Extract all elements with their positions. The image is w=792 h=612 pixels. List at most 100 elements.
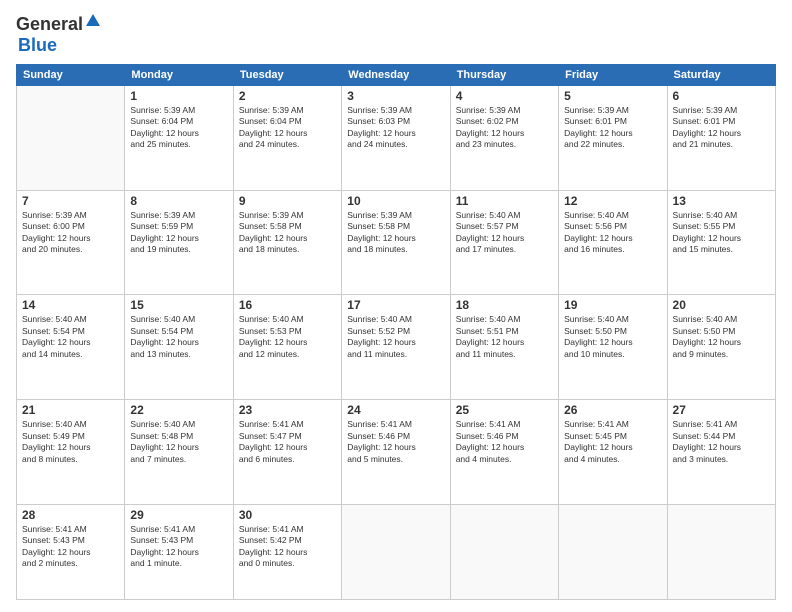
calendar-cell: 17 Sunrise: 5:40 AM Sunset: 5:52 PM Dayli… xyxy=(342,295,450,400)
day-number: 21 xyxy=(22,403,119,417)
calendar-cell xyxy=(342,504,450,599)
day-info: Sunrise: 5:40 AM Sunset: 5:54 PM Dayligh… xyxy=(130,314,227,360)
day-of-week-header: Saturday xyxy=(667,65,775,86)
day-info: Sunrise: 5:40 AM Sunset: 5:51 PM Dayligh… xyxy=(456,314,553,360)
calendar-cell xyxy=(559,504,667,599)
day-number: 3 xyxy=(347,89,444,103)
day-number: 19 xyxy=(564,298,661,312)
day-info: Sunrise: 5:41 AM Sunset: 5:47 PM Dayligh… xyxy=(239,419,336,465)
day-number: 29 xyxy=(130,508,227,522)
day-info: Sunrise: 5:39 AM Sunset: 5:58 PM Dayligh… xyxy=(347,210,444,256)
calendar-cell: 25 Sunrise: 5:41 AM Sunset: 5:46 PM Dayli… xyxy=(450,400,558,505)
day-info: Sunrise: 5:41 AM Sunset: 5:43 PM Dayligh… xyxy=(130,524,227,570)
calendar-cell: 11 Sunrise: 5:40 AM Sunset: 5:57 PM Dayli… xyxy=(450,190,558,295)
page: General Blue SundayMondayTuesdayWednesda… xyxy=(0,0,792,612)
day-of-week-header: Friday xyxy=(559,65,667,86)
calendar-cell: 16Sunrise: 5:40 AM Sunset: 5:53 PM Dayli… xyxy=(233,295,341,400)
day-info: Sunrise: 5:39 AM Sunset: 6:01 PM Dayligh… xyxy=(564,105,661,151)
header: General Blue xyxy=(16,12,776,56)
day-header-row: SundayMondayTuesdayWednesdayThursdayFrid… xyxy=(17,65,776,86)
calendar-cell: 26Sunrise: 5:41 AM Sunset: 5:45 PM Dayli… xyxy=(559,400,667,505)
calendar-cell: 9 Sunrise: 5:39 AM Sunset: 5:58 PM Daylig… xyxy=(233,190,341,295)
calendar-cell: 24 Sunrise: 5:41 AM Sunset: 5:46 PM Dayli… xyxy=(342,400,450,505)
day-info: Sunrise: 5:40 AM Sunset: 5:57 PM Dayligh… xyxy=(456,210,553,256)
day-number: 23 xyxy=(239,403,336,417)
day-number: 11 xyxy=(456,194,553,208)
day-info: Sunrise: 5:39 AM Sunset: 5:59 PM Dayligh… xyxy=(130,210,227,256)
day-number: 15 xyxy=(130,298,227,312)
day-info: Sunrise: 5:40 AM Sunset: 5:56 PM Dayligh… xyxy=(564,210,661,256)
logo-text: General Blue xyxy=(16,12,103,56)
day-number: 13 xyxy=(673,194,770,208)
day-number: 26 xyxy=(564,403,661,417)
day-info: Sunrise: 5:41 AM Sunset: 5:42 PM Dayligh… xyxy=(239,524,336,570)
day-number: 28 xyxy=(22,508,119,522)
day-number: 9 xyxy=(239,194,336,208)
day-of-week-header: Thursday xyxy=(450,65,558,86)
day-number: 17 xyxy=(347,298,444,312)
day-info: Sunrise: 5:39 AM Sunset: 5:58 PM Dayligh… xyxy=(239,210,336,256)
day-number: 24 xyxy=(347,403,444,417)
day-info: Sunrise: 5:40 AM Sunset: 5:55 PM Dayligh… xyxy=(673,210,770,256)
calendar-cell: 21 Sunrise: 5:40 AM Sunset: 5:49 PM Dayli… xyxy=(17,400,125,505)
calendar-cell: 20 Sunrise: 5:40 AM Sunset: 5:50 PM Dayli… xyxy=(667,295,775,400)
calendar-cell: 14 Sunrise: 5:40 AM Sunset: 5:54 PM Dayli… xyxy=(17,295,125,400)
day-info: Sunrise: 5:40 AM Sunset: 5:54 PM Dayligh… xyxy=(22,314,119,360)
day-info: Sunrise: 5:39 AM Sunset: 6:00 PM Dayligh… xyxy=(22,210,119,256)
calendar-cell xyxy=(667,504,775,599)
calendar-cell: 1 Sunrise: 5:39 AM Sunset: 6:04 PM Daylig… xyxy=(125,86,233,191)
day-number: 6 xyxy=(673,89,770,103)
calendar-cell: 12 Sunrise: 5:40 AM Sunset: 5:56 PM Dayli… xyxy=(559,190,667,295)
calendar-cell: 15 Sunrise: 5:40 AM Sunset: 5:54 PM Dayli… xyxy=(125,295,233,400)
day-info: Sunrise: 5:40 AM Sunset: 5:49 PM Dayligh… xyxy=(22,419,119,465)
logo-general: General xyxy=(16,14,83,34)
calendar-cell: 29 Sunrise: 5:41 AM Sunset: 5:43 PM Dayli… xyxy=(125,504,233,599)
calendar-cell: 22 Sunrise: 5:40 AM Sunset: 5:48 PM Dayli… xyxy=(125,400,233,505)
calendar-cell: 13 Sunrise: 5:40 AM Sunset: 5:55 PM Dayli… xyxy=(667,190,775,295)
calendar-week-row: 1 Sunrise: 5:39 AM Sunset: 6:04 PM Daylig… xyxy=(17,86,776,191)
logo-icon xyxy=(84,12,102,30)
calendar-cell: 7Sunrise: 5:39 AM Sunset: 6:00 PM Daylig… xyxy=(17,190,125,295)
day-number: 14 xyxy=(22,298,119,312)
day-info: Sunrise: 5:41 AM Sunset: 5:43 PM Dayligh… xyxy=(22,524,119,570)
day-number: 10 xyxy=(347,194,444,208)
logo-blue: Blue xyxy=(18,35,57,55)
day-info: Sunrise: 5:40 AM Sunset: 5:50 PM Dayligh… xyxy=(673,314,770,360)
calendar-cell: 27Sunrise: 5:41 AM Sunset: 5:44 PM Dayli… xyxy=(667,400,775,505)
day-number: 20 xyxy=(673,298,770,312)
calendar-cell: 3 Sunrise: 5:39 AM Sunset: 6:03 PM Daylig… xyxy=(342,86,450,191)
day-info: Sunrise: 5:40 AM Sunset: 5:48 PM Dayligh… xyxy=(130,419,227,465)
day-info: Sunrise: 5:39 AM Sunset: 6:04 PM Dayligh… xyxy=(130,105,227,151)
day-of-week-header: Monday xyxy=(125,65,233,86)
calendar-week-row: 7Sunrise: 5:39 AM Sunset: 6:00 PM Daylig… xyxy=(17,190,776,295)
day-number: 25 xyxy=(456,403,553,417)
calendar-cell: 18 Sunrise: 5:40 AM Sunset: 5:51 PM Dayli… xyxy=(450,295,558,400)
day-number: 12 xyxy=(564,194,661,208)
day-info: Sunrise: 5:39 AM Sunset: 6:03 PM Dayligh… xyxy=(347,105,444,151)
day-number: 18 xyxy=(456,298,553,312)
day-info: Sunrise: 5:39 AM Sunset: 6:01 PM Dayligh… xyxy=(673,105,770,151)
calendar-cell: 8 Sunrise: 5:39 AM Sunset: 5:59 PM Daylig… xyxy=(125,190,233,295)
day-number: 8 xyxy=(130,194,227,208)
day-info: Sunrise: 5:40 AM Sunset: 5:53 PM Dayligh… xyxy=(239,314,336,360)
day-number: 2 xyxy=(239,89,336,103)
calendar-cell: 5Sunrise: 5:39 AM Sunset: 6:01 PM Daylig… xyxy=(559,86,667,191)
day-info: Sunrise: 5:41 AM Sunset: 5:46 PM Dayligh… xyxy=(456,419,553,465)
day-number: 30 xyxy=(239,508,336,522)
calendar-cell xyxy=(450,504,558,599)
calendar-week-row: 28 Sunrise: 5:41 AM Sunset: 5:43 PM Dayli… xyxy=(17,504,776,599)
day-number: 22 xyxy=(130,403,227,417)
calendar-cell: 23 Sunrise: 5:41 AM Sunset: 5:47 PM Dayli… xyxy=(233,400,341,505)
day-number: 1 xyxy=(130,89,227,103)
calendar-cell: 4 Sunrise: 5:39 AM Sunset: 6:02 PM Daylig… xyxy=(450,86,558,191)
day-number: 4 xyxy=(456,89,553,103)
day-info: Sunrise: 5:40 AM Sunset: 5:52 PM Dayligh… xyxy=(347,314,444,360)
day-info: Sunrise: 5:41 AM Sunset: 5:46 PM Dayligh… xyxy=(347,419,444,465)
day-info: Sunrise: 5:40 AM Sunset: 5:50 PM Dayligh… xyxy=(564,314,661,360)
calendar-table: SundayMondayTuesdayWednesdayThursdayFrid… xyxy=(16,64,776,600)
logo: General Blue xyxy=(16,12,103,56)
calendar-cell: 10 Sunrise: 5:39 AM Sunset: 5:58 PM Dayli… xyxy=(342,190,450,295)
day-of-week-header: Tuesday xyxy=(233,65,341,86)
day-info: Sunrise: 5:39 AM Sunset: 6:02 PM Dayligh… xyxy=(456,105,553,151)
calendar-cell: 6 Sunrise: 5:39 AM Sunset: 6:01 PM Daylig… xyxy=(667,86,775,191)
